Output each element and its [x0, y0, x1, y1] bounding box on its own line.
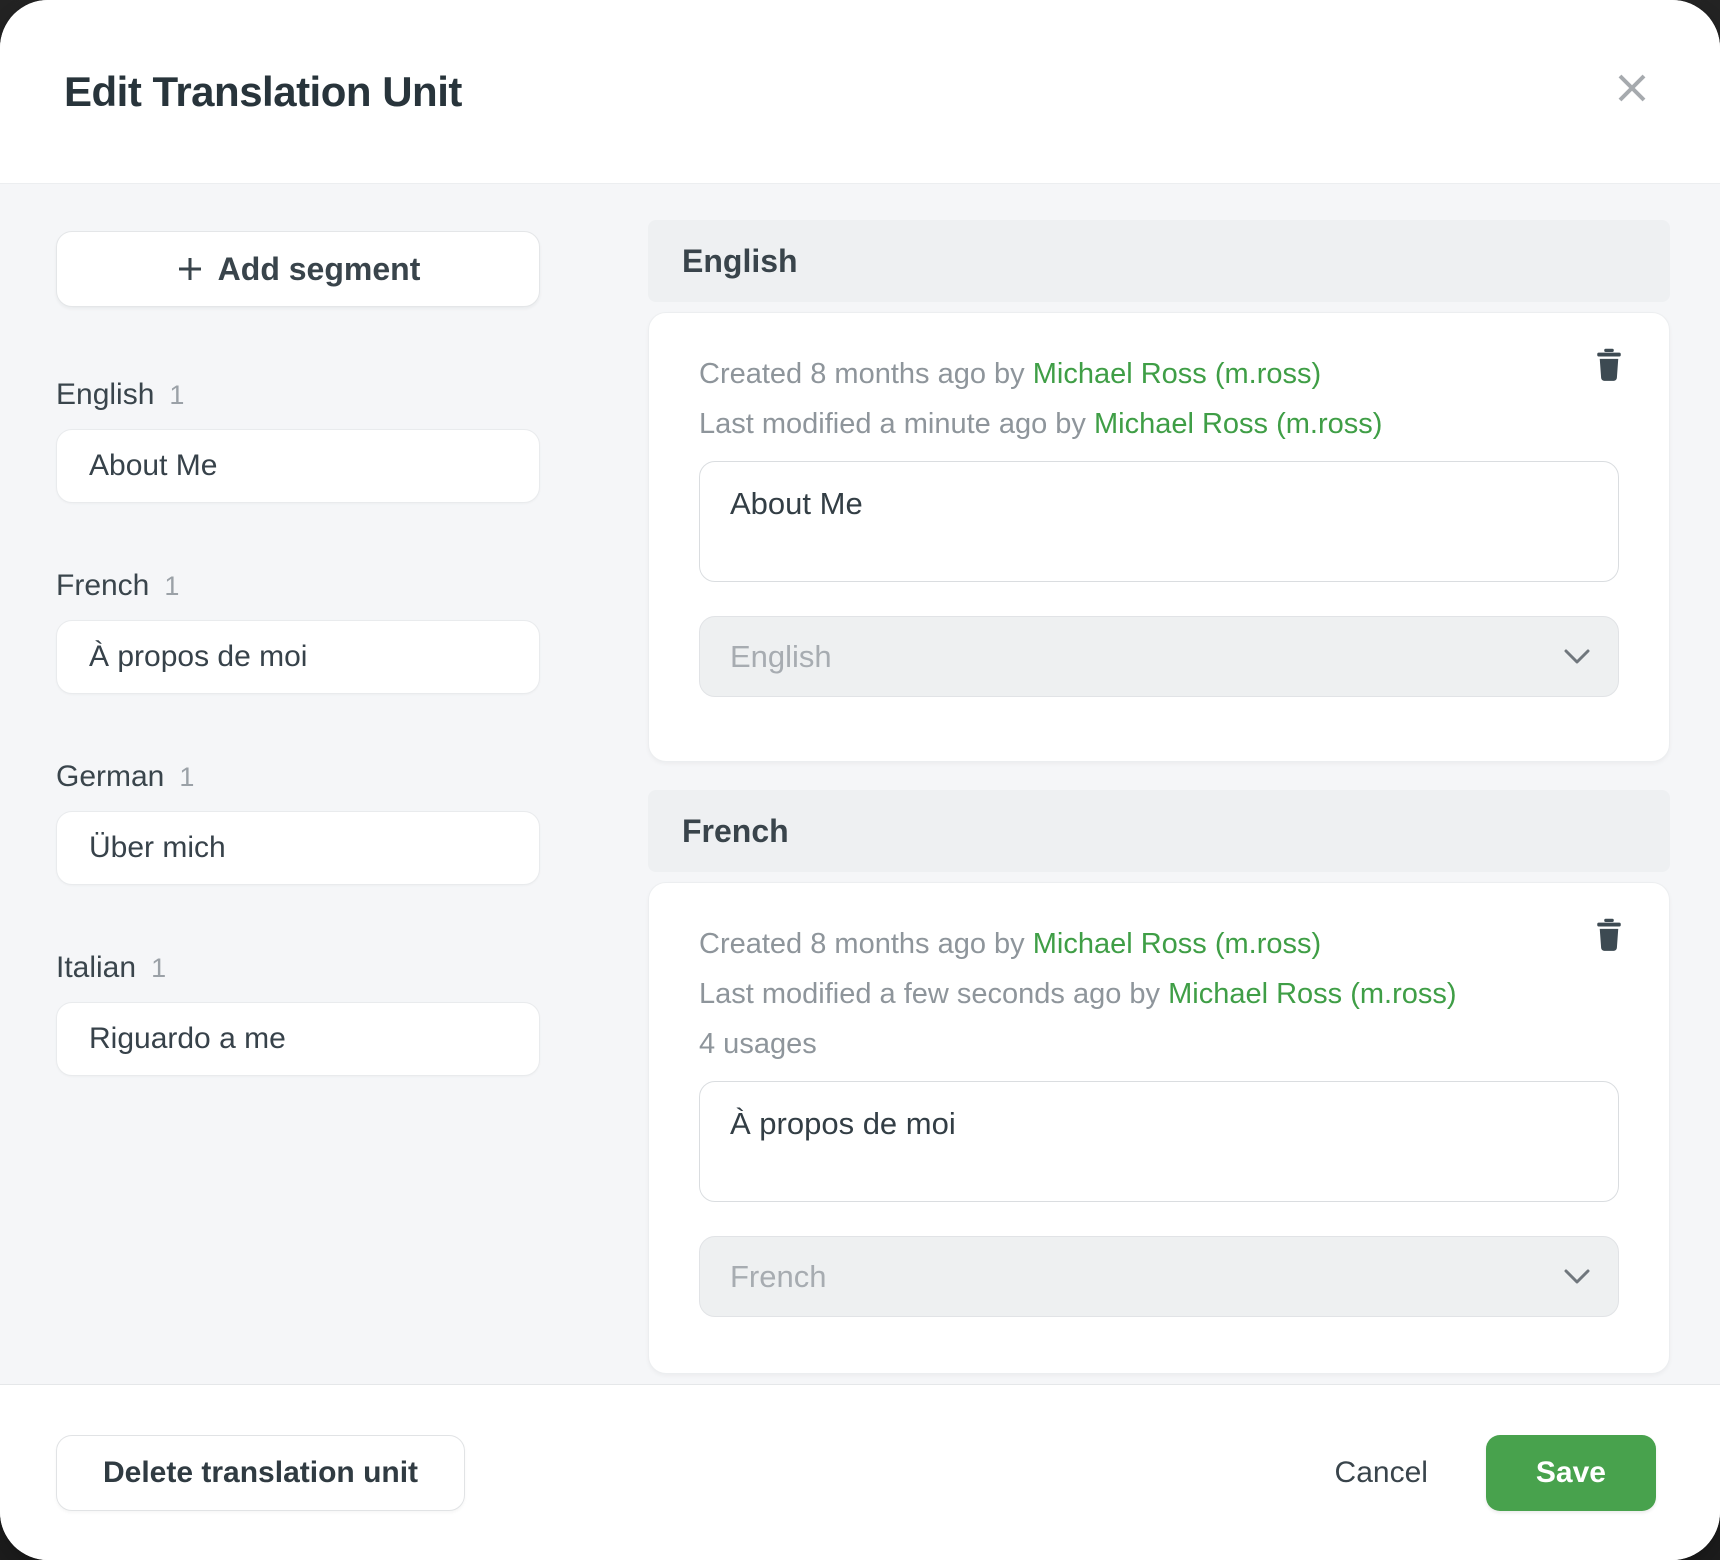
segment-count: 1 — [179, 759, 194, 795]
close-button[interactable] — [1610, 66, 1654, 110]
plus-icon — [176, 255, 204, 283]
delete-segment-button[interactable] — [1587, 343, 1631, 387]
segment-item-french: French 1 À propos de moi — [56, 568, 540, 694]
segment-label: French 1 — [56, 568, 540, 604]
segment-count: 1 — [164, 568, 179, 604]
modified-meta: Last modified a minute ago by Michael Ro… — [699, 399, 1619, 449]
save-button[interactable]: Save — [1486, 1435, 1656, 1511]
segment-editors: English Created 8 months ago by Michael … — [648, 184, 1670, 1384]
segment-label: Italian 1 — [56, 950, 540, 986]
segment-item-german: German 1 Über mich — [56, 759, 540, 885]
usages-count: 4 usages — [699, 1019, 1619, 1069]
segment-count: 1 — [169, 377, 184, 413]
add-segment-label: Add segment — [218, 251, 421, 288]
language-select-value: English — [730, 639, 832, 675]
segment-label: German 1 — [56, 759, 540, 795]
chevron-down-icon — [1564, 649, 1590, 665]
chevron-down-icon — [1564, 1269, 1590, 1285]
segment-card-german[interactable]: Über mich — [56, 811, 540, 885]
segment-item-english: English 1 About Me — [56, 377, 540, 503]
created-prefix: Created 8 months ago by — [699, 928, 1025, 960]
cancel-button[interactable]: Cancel — [1335, 1456, 1428, 1490]
segment-card-french[interactable]: À propos de moi — [56, 620, 540, 694]
delete-translation-unit-button[interactable]: Delete translation unit — [56, 1435, 465, 1511]
segment-language: German — [56, 759, 164, 795]
modified-meta: Last modified a few seconds ago by Micha… — [699, 969, 1619, 1019]
close-icon — [1614, 70, 1650, 106]
dialog-title: Edit Translation Unit — [64, 68, 462, 116]
segments-sidebar: Add segment English 1 About Me French 1 … — [56, 184, 540, 1384]
modified-user-link[interactable]: Michael Ross (m.ross) — [1094, 408, 1382, 440]
modified-prefix: Last modified a minute ago by — [699, 408, 1086, 440]
modified-prefix: Last modified a few seconds ago by — [699, 978, 1160, 1010]
segment-count: 1 — [151, 950, 166, 986]
language-select-french: French — [699, 1236, 1619, 1317]
panel-language-title: French — [682, 813, 789, 850]
delete-segment-button[interactable] — [1587, 913, 1631, 957]
trash-icon — [1594, 348, 1624, 382]
created-meta: Created 8 months ago by Michael Ross (m.… — [699, 919, 1619, 969]
language-select-english: English — [699, 616, 1619, 697]
segment-label: English 1 — [56, 377, 540, 413]
segment-text-input-french[interactable]: À propos de moi — [699, 1081, 1619, 1202]
created-meta: Created 8 months ago by Michael Ross (m.… — [699, 349, 1619, 399]
panel-card-english: Created 8 months ago by Michael Ross (m.… — [648, 312, 1670, 762]
panel-header-english: English — [648, 220, 1670, 302]
segment-card-italian[interactable]: Riguardo a me — [56, 1002, 540, 1076]
dialog-header: Edit Translation Unit — [0, 0, 1720, 184]
segment-language: English — [56, 377, 154, 413]
segment-language: Italian — [56, 950, 136, 986]
panel-card-french: Created 8 months ago by Michael Ross (m.… — [648, 882, 1670, 1374]
dialog-footer: Delete translation unit Cancel Save — [0, 1384, 1720, 1560]
language-select-value: French — [730, 1259, 826, 1295]
trash-icon — [1594, 918, 1624, 952]
segment-card-english[interactable]: About Me — [56, 429, 540, 503]
created-user-link[interactable]: Michael Ross (m.ross) — [1033, 928, 1321, 960]
segment-language: French — [56, 568, 149, 604]
panel-header-french: French — [648, 790, 1670, 872]
edit-translation-unit-dialog: Edit Translation Unit Add segment — [0, 0, 1720, 1560]
modified-user-link[interactable]: Michael Ross (m.ross) — [1168, 978, 1456, 1010]
created-user-link[interactable]: Michael Ross (m.ross) — [1033, 358, 1321, 390]
created-prefix: Created 8 months ago by — [699, 358, 1025, 390]
segment-text-input-english[interactable]: About Me — [699, 461, 1619, 582]
panel-language-title: English — [682, 243, 798, 280]
segment-item-italian: Italian 1 Riguardo a me — [56, 950, 540, 1076]
dialog-body: Add segment English 1 About Me French 1 … — [0, 184, 1720, 1384]
add-segment-button[interactable]: Add segment — [56, 231, 540, 307]
